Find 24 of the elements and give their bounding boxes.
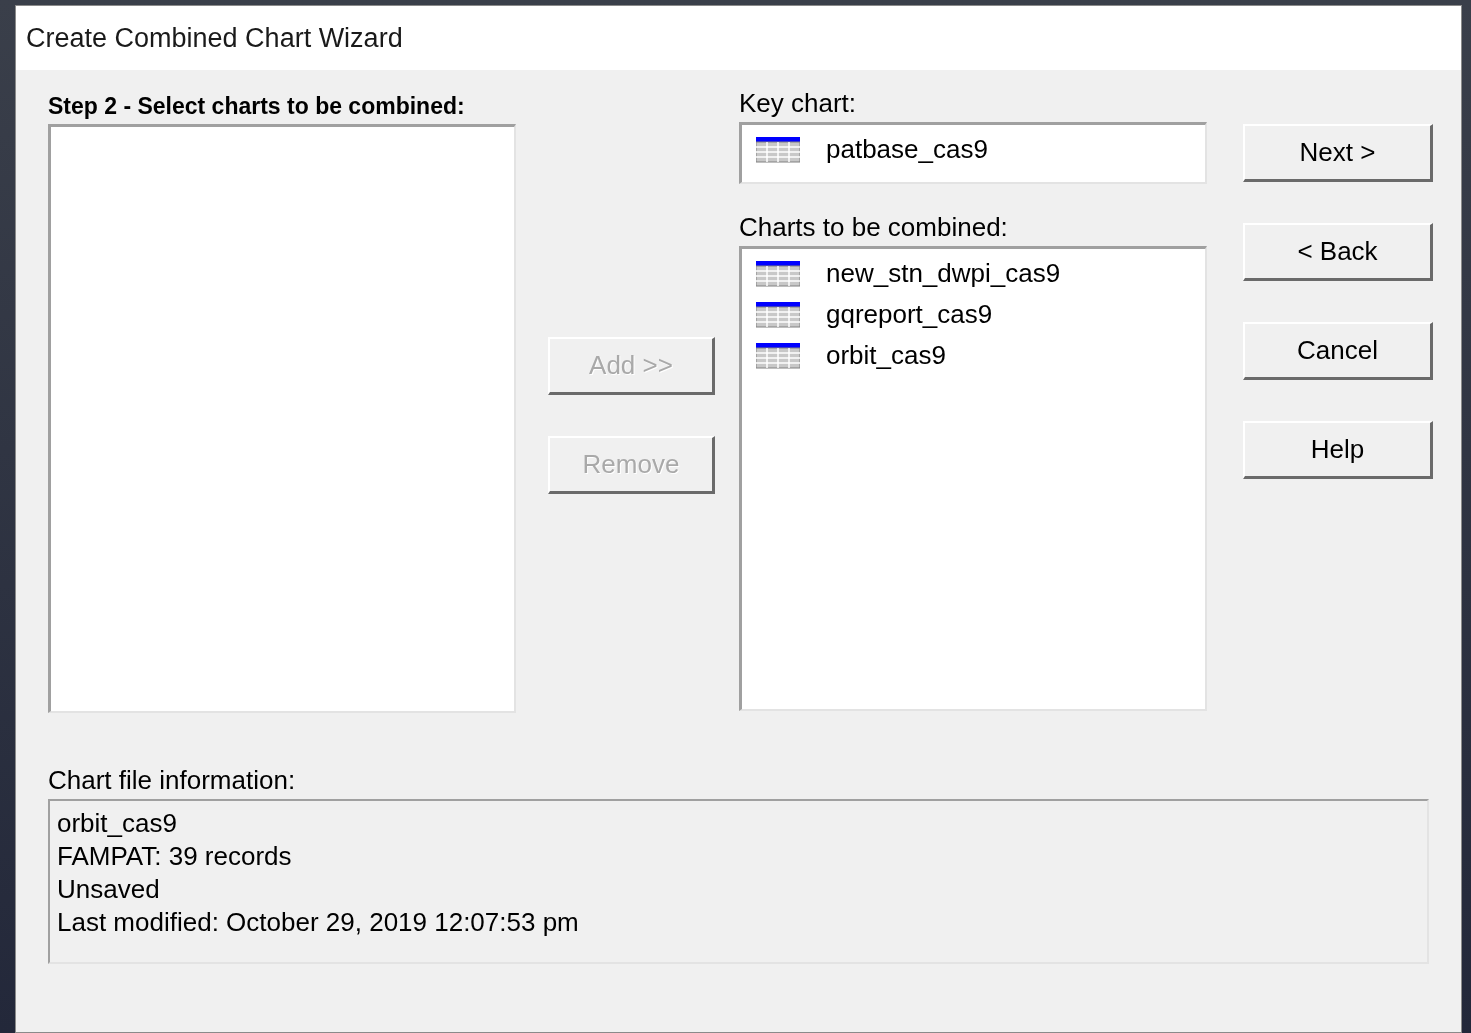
table-icon (756, 136, 800, 163)
window-title: Create Combined Chart Wizard (26, 22, 403, 54)
key-chart-field[interactable]: patbase_cas9 (739, 122, 1207, 184)
list-item[interactable]: patbase_cas9 (826, 134, 988, 165)
table-icon (756, 342, 800, 369)
list-item[interactable]: orbit_cas9 (826, 340, 946, 371)
key-chart-label: Key chart: (739, 88, 858, 120)
wizard-button[interactable]: < Back (1243, 223, 1433, 281)
info-line: orbit_cas9 (57, 807, 178, 840)
wizard-button[interactable]: Help (1243, 421, 1433, 479)
charts-to-combine-label: Charts to be combined: (739, 212, 1009, 244)
info-line: Last modified: October 29, 2019 12:07:53 pm (57, 906, 580, 939)
step-heading: Step 2 - Select charts to be combined: (48, 92, 465, 121)
available-charts-list[interactable] (48, 124, 516, 713)
list-item[interactable]: gqreport_cas9 (826, 299, 993, 330)
list-item[interactable]: new_stn_dwpi_cas9 (826, 258, 1061, 289)
table-icon (756, 260, 800, 287)
file-info-label: Chart file information: (48, 765, 297, 797)
wizard-button[interactable]: Cancel (1243, 322, 1433, 380)
info-line: FAMPAT: 39 records (57, 840, 293, 873)
info-line: Unsaved (57, 873, 161, 906)
table-icon (756, 301, 800, 328)
charts-to-combine-list[interactable]: new_stn_dwpi_cas9 gqreport_cas9 orbit_cas9 (739, 246, 1207, 711)
wizard-button[interactable]: Next > (1243, 124, 1433, 182)
